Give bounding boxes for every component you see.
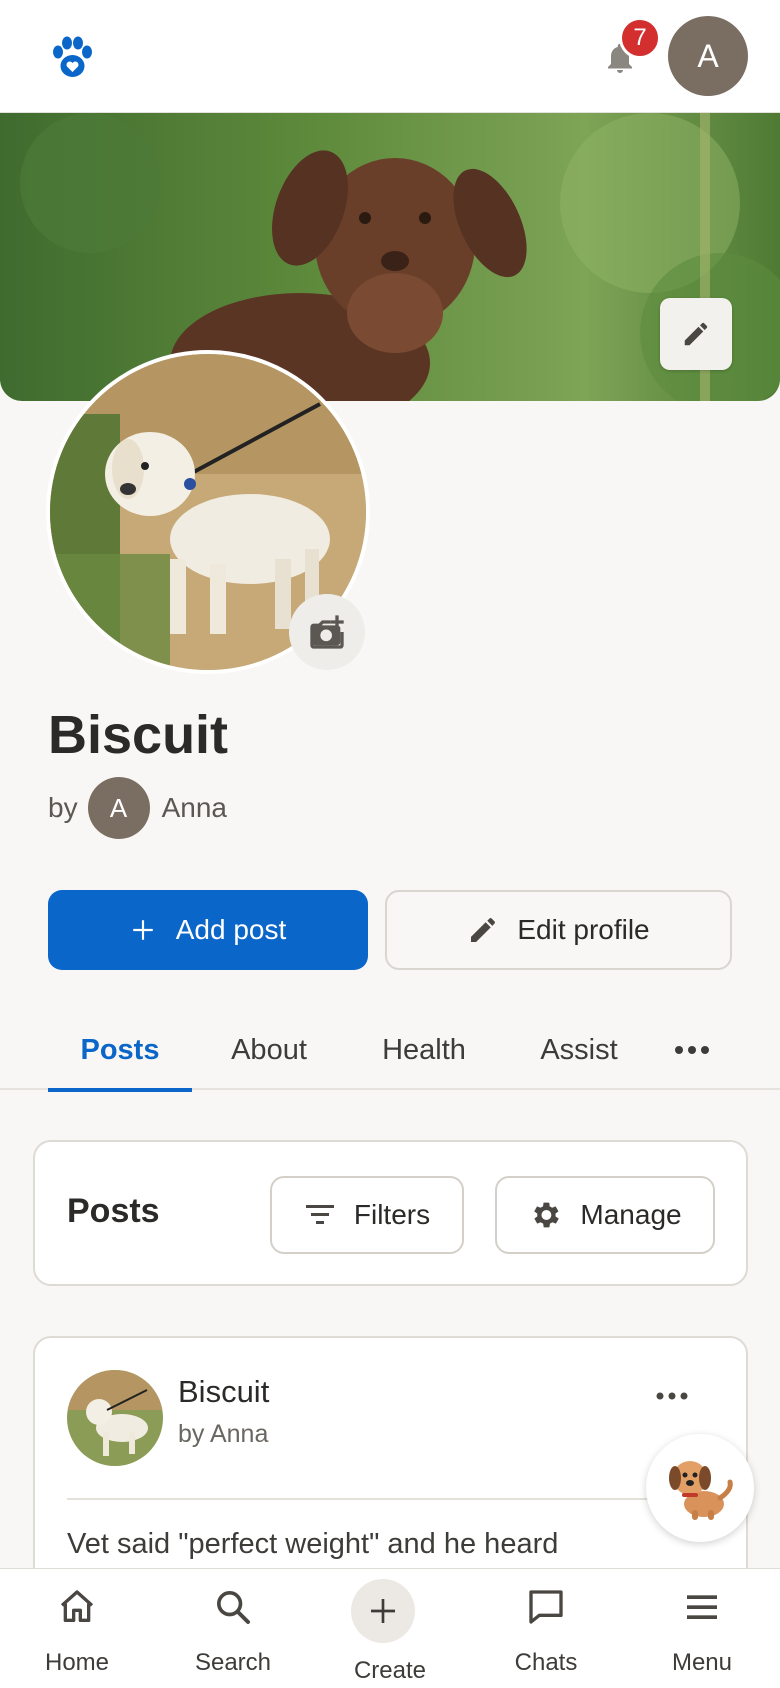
top-bar: 7 A [0,0,780,113]
bottom-navigation: Home Search Create Chats Menu [0,1568,780,1688]
nav-create[interactable]: Create [325,1569,455,1688]
profile-tabs: Posts About Health Assist [0,1010,780,1092]
posts-section-title: Posts [67,1192,160,1230]
assistant-mascot-button[interactable] [646,1434,754,1542]
search-icon [217,1591,250,1624]
edit-cover-button[interactable] [660,298,732,370]
pet-name: Biscuit [48,705,229,765]
edit-profile-label: Edit profile [517,914,650,945]
nav-home[interactable]: Home [12,1569,142,1688]
post-options-button[interactable] [655,1388,705,1418]
posts-toolbar: Posts Filters Manage [33,1140,748,1286]
tab-assist[interactable]: Assist [508,1010,650,1090]
tab-health[interactable]: Health [350,1010,498,1090]
owner-avatar[interactable]: A [87,777,150,839]
home-icon [60,1590,94,1622]
filters-label: Filters [353,1199,431,1230]
manage-label: Manage [580,1199,682,1230]
manage-button[interactable]: Manage [495,1176,715,1254]
filter-icon [305,1205,334,1224]
menu-icon [687,1595,717,1619]
tab-posts[interactable]: Posts [48,1010,192,1092]
more-horizontal-icon [675,1046,709,1054]
nav-search-label: Search [194,1649,272,1676]
nav-menu-label: Menu [671,1649,733,1676]
nav-search[interactable]: Search [168,1569,298,1688]
camera-add-icon [310,615,344,649]
pencil-icon [471,918,496,942]
more-horizontal-icon [656,1392,688,1400]
nav-home-label: Home [44,1649,110,1676]
gear-icon [534,1202,560,1228]
pencil-icon [684,322,708,346]
dog-mascot-icon [669,1461,733,1520]
tab-about[interactable]: About [200,1010,338,1090]
nav-create-label: Create [353,1657,427,1684]
add-post-button[interactable]: Add post [48,890,368,970]
post-divider [67,1498,687,1500]
edit-profile-button[interactable]: Edit profile [385,890,732,970]
nav-chats-label: Chats [514,1649,578,1676]
owner-byline: by A Anna [48,776,227,840]
more-tabs-button[interactable] [662,1010,722,1090]
notification-badge: 7 [619,17,661,59]
post-byline: by Anna [178,1420,269,1448]
chat-icon [529,1590,563,1624]
nav-chats[interactable]: Chats [481,1569,611,1688]
plus-icon [132,920,153,940]
paw-logo-icon[interactable] [50,36,94,80]
create-circle [351,1579,415,1643]
plus-icon [371,1599,395,1623]
post-author-name[interactable]: Biscuit [178,1374,269,1410]
owner-name[interactable]: Anna [162,792,227,824]
filters-button[interactable]: Filters [270,1176,464,1254]
by-label: by [48,792,78,823]
change-photo-button[interactable] [289,594,365,670]
user-avatar[interactable]: A [668,16,748,96]
add-post-label: Add post [175,914,287,945]
nav-menu[interactable]: Menu [637,1569,767,1688]
post-text: Vet said "perfect weight" and he heard [67,1528,559,1560]
post-author-avatar[interactable] [67,1370,163,1466]
